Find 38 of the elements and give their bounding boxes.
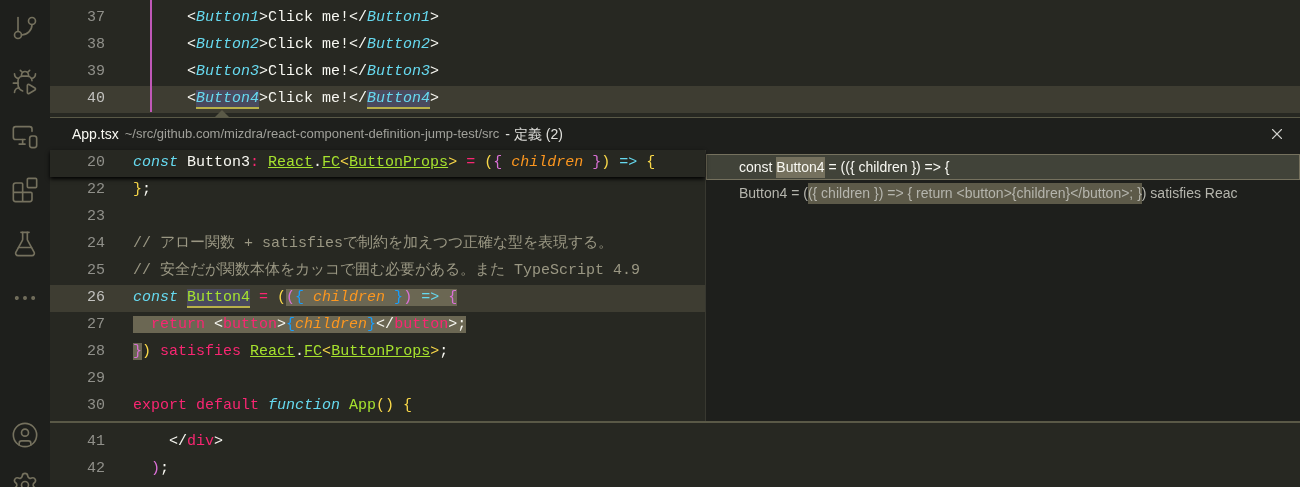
- line-number: 24: [86, 234, 106, 255]
- line-number: 22: [86, 180, 106, 201]
- code-line: // アロー関数 + satisfiesで制約を加えつつ正確な型を表現する。: [133, 233, 614, 255]
- code-line: </div>: [168, 432, 224, 453]
- code-line: );: [150, 459, 170, 480]
- code-line: return <button>{children}</button>;: [133, 314, 467, 337]
- code-line: };: [133, 180, 152, 201]
- line-number: 28: [86, 342, 106, 363]
- line-number: 27: [86, 315, 106, 336]
- line-number: 40: [86, 89, 106, 110]
- peek-file-path: ~/src/github.com/mizdra/react-component-definition-jump-test/src: [124, 125, 500, 144]
- code-line: const Button3: React.FC<ButtonProps> = ({ children }) => {: [133, 153, 656, 174]
- line-number: 26: [86, 288, 106, 309]
- line-number: 20: [86, 153, 106, 174]
- line-number: 42: [86, 459, 106, 480]
- code-line: <Button3>Click me!</Button3>: [186, 62, 440, 83]
- peek-title: - 定義 (2): [505, 124, 563, 144]
- code-line: export default function App() {: [133, 396, 413, 417]
- line-number: 38: [86, 35, 106, 56]
- line-number: 37: [86, 8, 106, 29]
- reference-item[interactable]: const Button4 = (({ children }) => {: [706, 154, 1300, 180]
- line-number: 29: [86, 369, 106, 390]
- code-line: // 安全だが関数本体をカッコで囲む必要がある。また TypeScript 4.9: [133, 260, 641, 282]
- account-icon[interactable]: [11, 421, 39, 449]
- line-number: 23: [86, 207, 106, 228]
- line-number: 39: [86, 62, 106, 83]
- line-number: 41: [86, 432, 106, 453]
- code-line: const Button4 = (({ children }) => {: [133, 288, 458, 310]
- play-bug-icon[interactable]: [11, 68, 39, 96]
- code-line: }) satisfies React.FC<ButtonProps>;: [133, 342, 449, 363]
- line-number: 25: [86, 261, 106, 282]
- branch-icon[interactable]: [11, 14, 39, 42]
- code-line: <Button1>Click me!</Button1>: [186, 8, 440, 29]
- code-line: <Button4>Click me!</Button4>: [186, 89, 440, 111]
- blocks-icon[interactable]: [11, 176, 39, 204]
- line-number: 30: [86, 396, 106, 417]
- peek-file-name: App.tsx: [72, 124, 119, 144]
- code-line: <Button2>Click me!</Button2>: [186, 35, 440, 56]
